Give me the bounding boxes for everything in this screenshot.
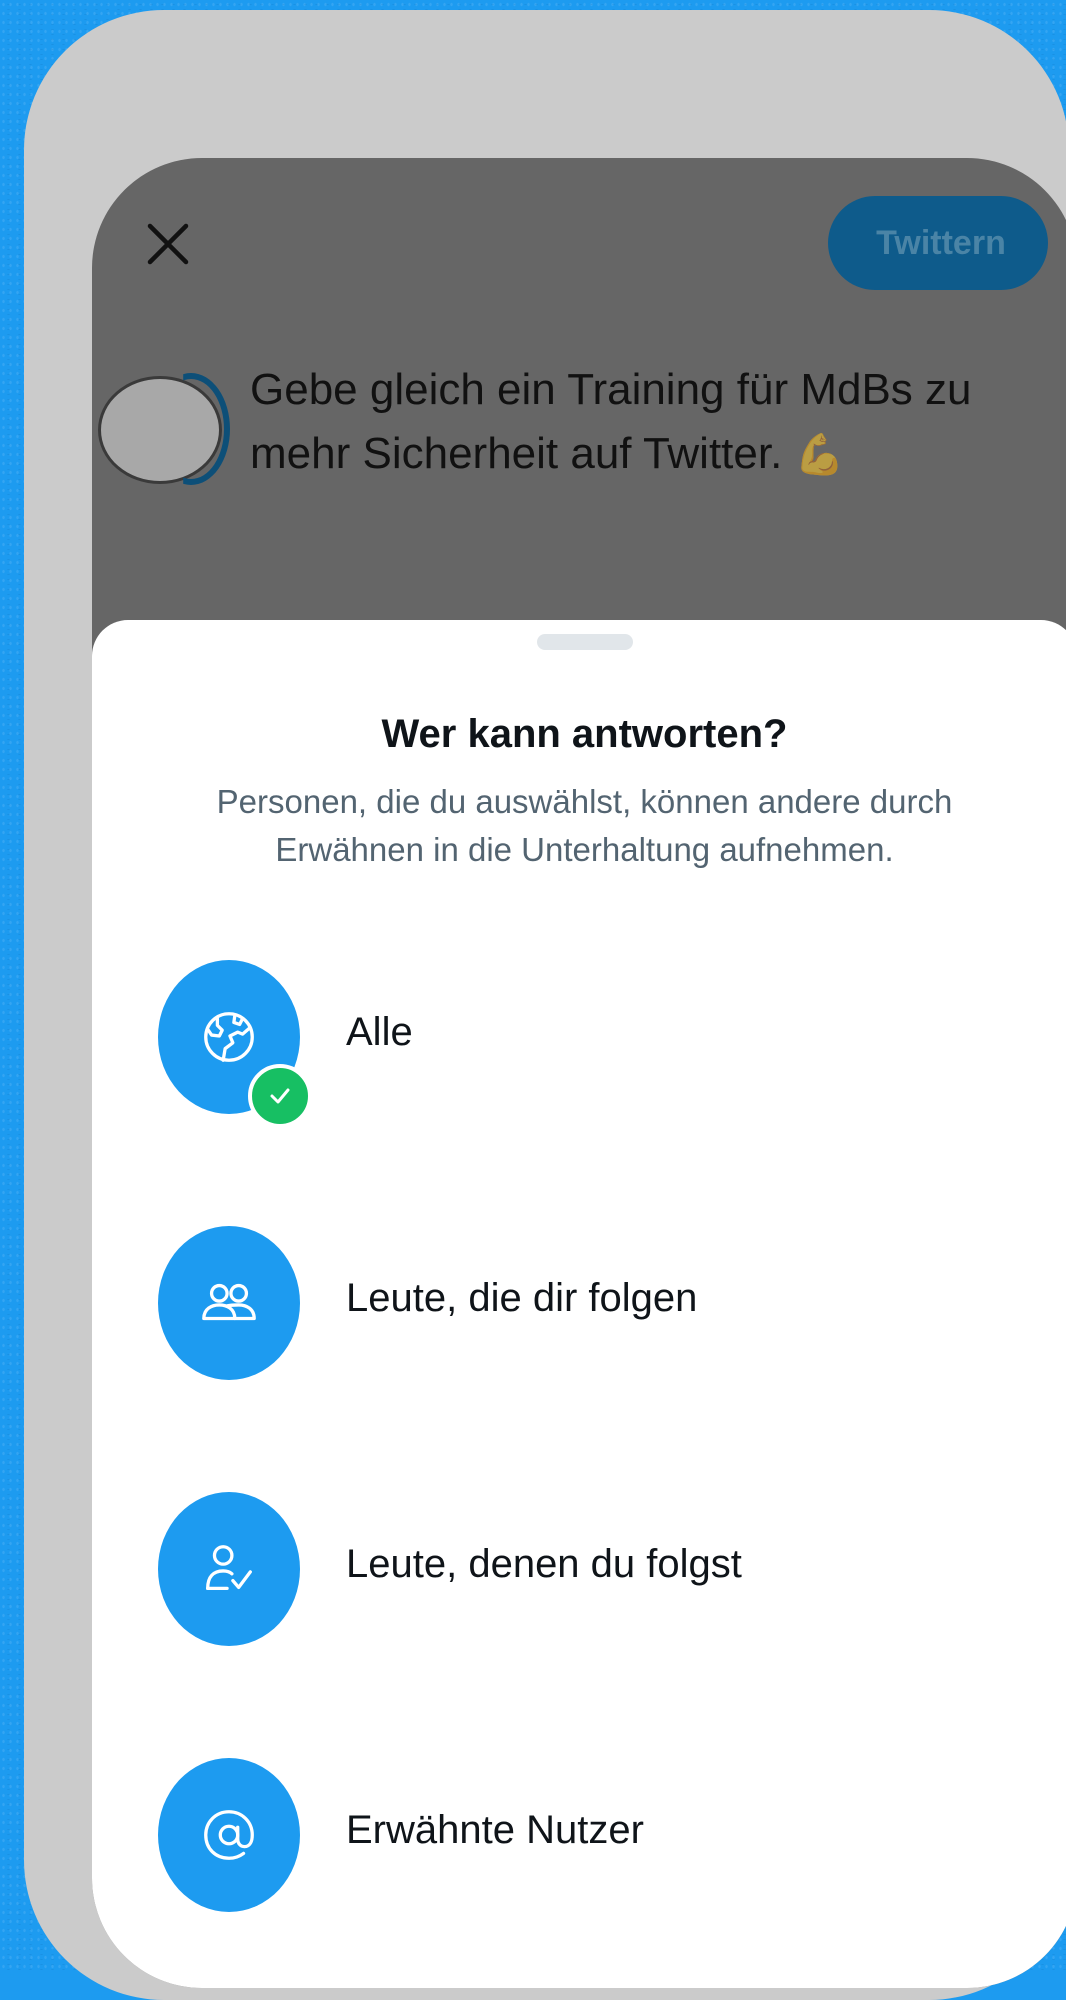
compose-screen: Twittern Gebe gleich ein Training für Md… <box>92 158 1066 1988</box>
option-followers-label: Leute, die dir folgen <box>346 1276 698 1320</box>
checkmark-icon <box>270 1088 290 1104</box>
draft-emoji: 💪 <box>794 433 845 477</box>
option-followers[interactable]: Leute, die dir folgen <box>92 1226 1066 1386</box>
option-following[interactable]: Leute, denen du folgst <box>92 1492 1066 1652</box>
selected-check-badge <box>248 1064 312 1128</box>
option-everyone-label: Alle <box>346 1010 413 1054</box>
option-followers-icon-circle <box>158 1226 300 1380</box>
sheet-title: Wer kann antworten? <box>381 712 788 756</box>
option-mentioned-label: Erwähnte Nutzer <box>346 1808 644 1852</box>
person-check-icon <box>206 1545 252 1591</box>
option-mentioned-icon-circle <box>158 1758 300 1912</box>
close-icon <box>147 223 189 265</box>
phone-frame: Twittern Gebe gleich ein Training für Md… <box>24 10 1066 2000</box>
draft-text[interactable]: Gebe gleich ein Training für MdBs zu meh… <box>250 358 1050 487</box>
option-everyone[interactable]: Alle <box>92 960 1066 1128</box>
at-icon <box>204 1810 254 1860</box>
globe-icon <box>204 1012 254 1062</box>
sheet-subtitle: Personen, die du auswählst, können ander… <box>216 783 953 868</box>
option-following-label: Leute, denen du folgst <box>346 1542 742 1586</box>
sheet-drag-handle[interactable] <box>537 634 633 650</box>
option-following-icon-circle <box>158 1492 300 1646</box>
close-button[interactable] <box>142 218 194 270</box>
reply-settings-sheet: Wer kann antworten? Personen, die du aus… <box>92 620 1066 1988</box>
people-icon <box>202 1283 256 1321</box>
tweet-button[interactable]: Twittern <box>828 196 1048 290</box>
draft-text-body: Gebe gleich ein Training für MdBs zu meh… <box>250 365 972 478</box>
option-mentioned[interactable]: Erwähnte Nutzer <box>92 1758 1066 1918</box>
